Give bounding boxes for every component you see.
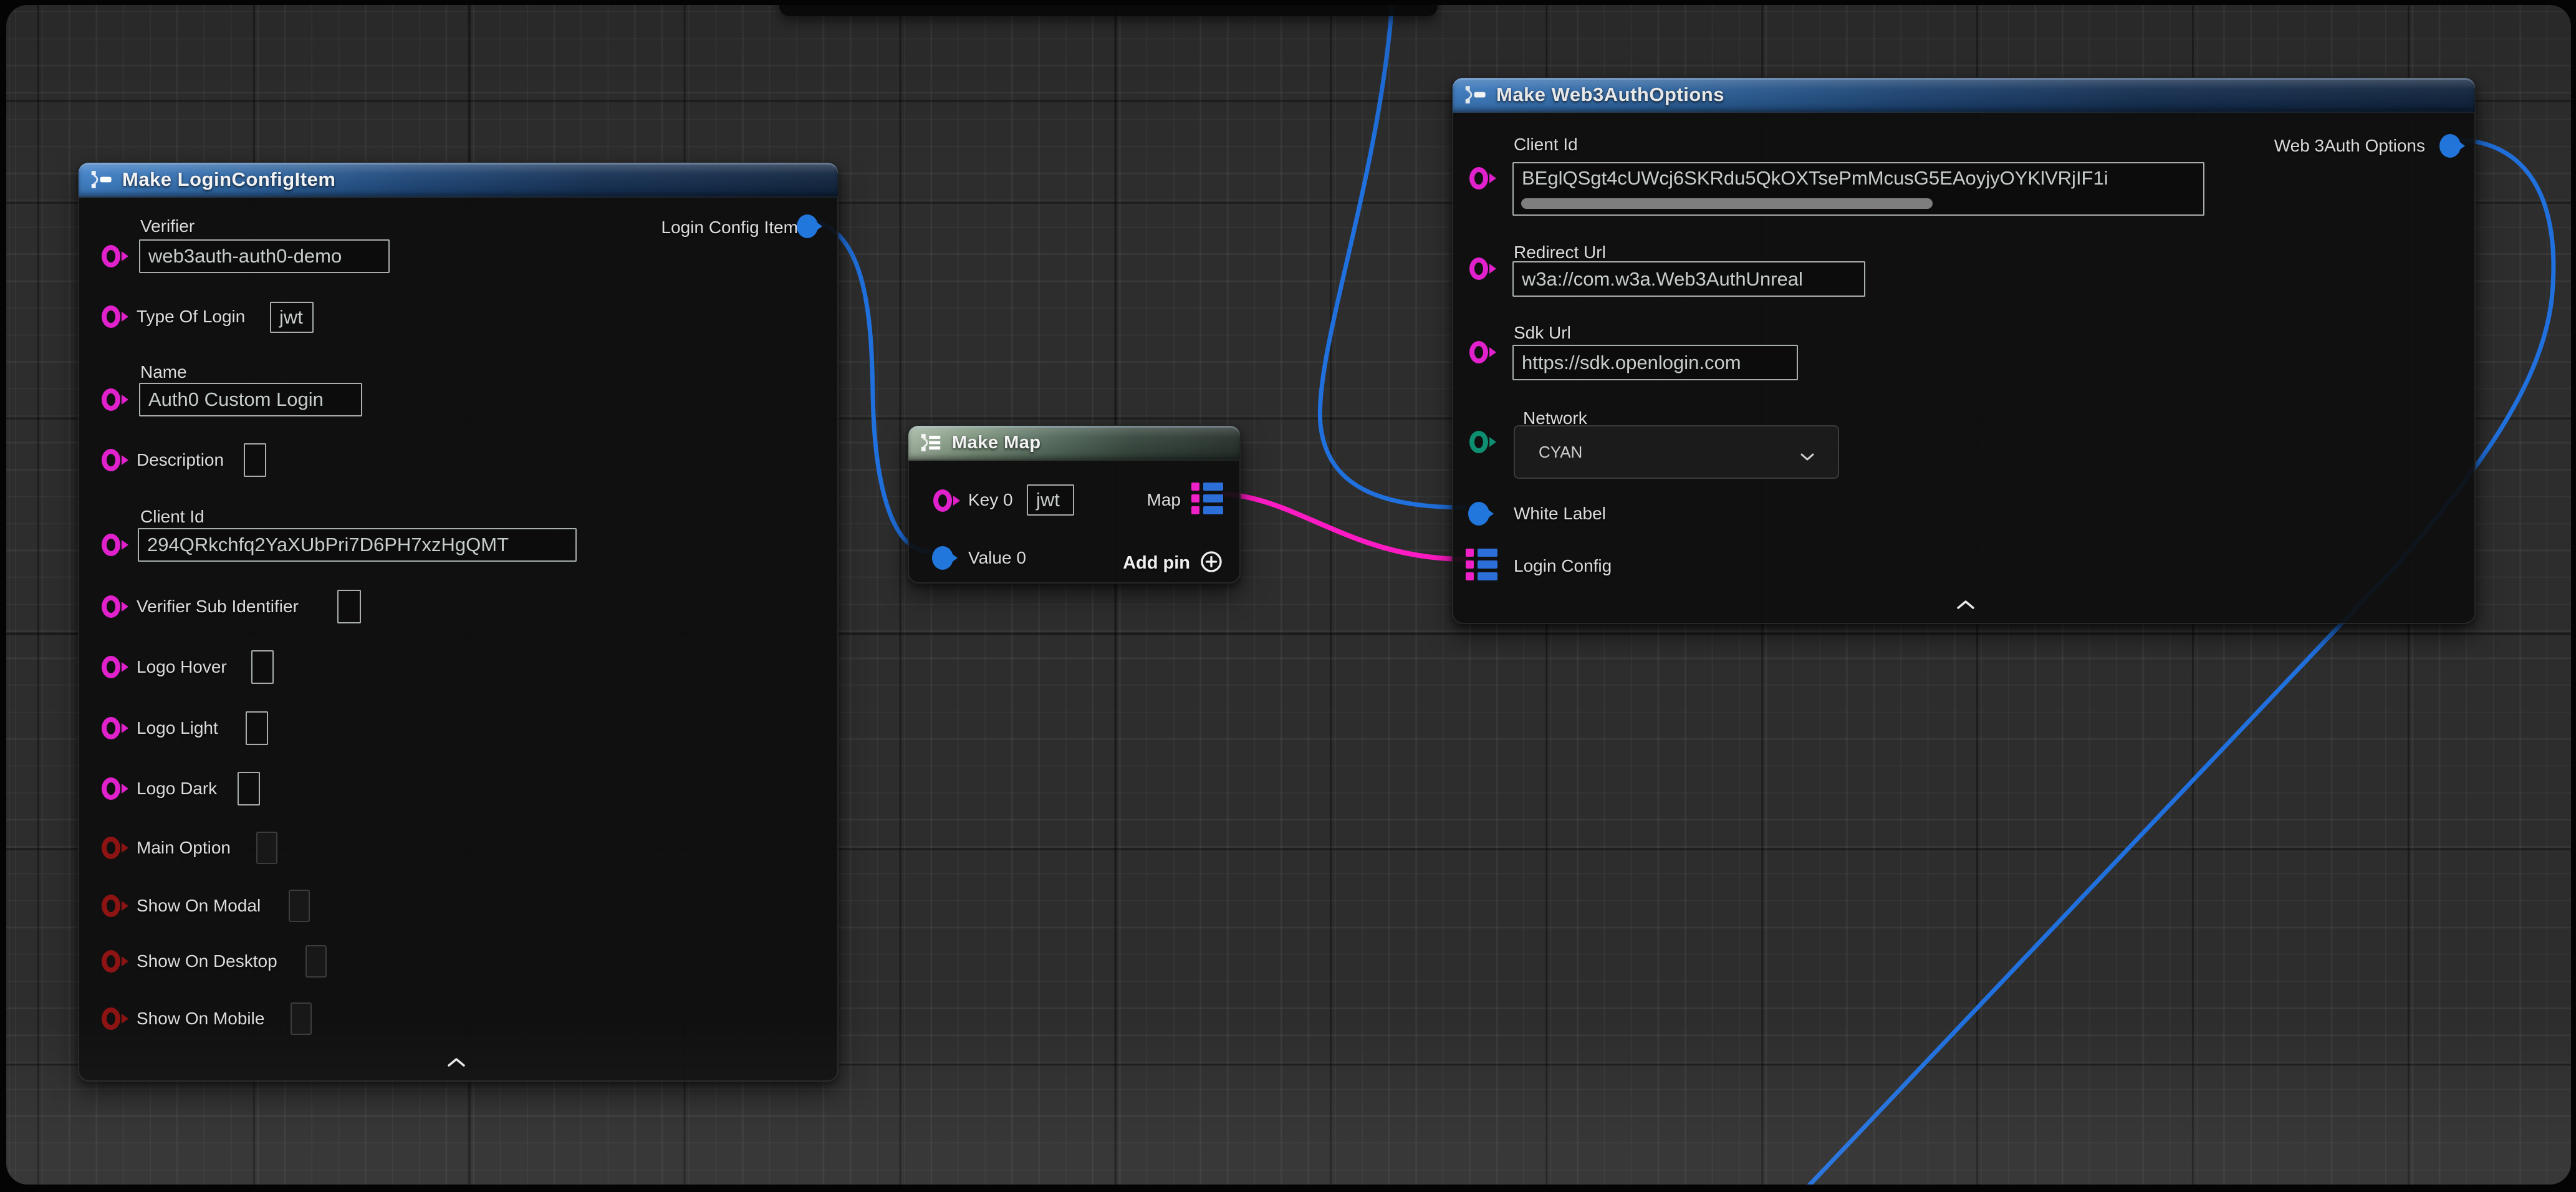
input-pin-name[interactable] [102, 388, 120, 411]
network-dropdown[interactable]: CYAN [1514, 425, 1839, 479]
node-make-web3authoptions[interactable]: Make Web3AuthOptions Web 3Auth Options C… [1452, 77, 2476, 624]
node-header-make-loginconfigitem[interactable]: Make LoginConfigItem [79, 163, 838, 198]
network-dropdown-value: CYAN [1539, 443, 1582, 462]
pin-label-verifier: Verifier [140, 216, 195, 237]
checkbox-main-option[interactable] [256, 832, 277, 864]
node-title: Make LoginConfigItem [122, 168, 335, 191]
pin-label-type-of-login: Type Of Login [137, 306, 245, 327]
field-client-id[interactable]: BEglQSgt4cUWcj6SKRdu5QkOXTsePmMcusG5EAoy… [1512, 162, 2204, 216]
field-client-id-text: BEglQSgt4cUWcj6SKRdu5QkOXTsePmMcusG5EAoy… [1522, 167, 2108, 189]
pin-label-name: Name [140, 362, 187, 383]
input-pin-logo-dark[interactable] [102, 777, 120, 800]
input-pin-verifier-sub-identifier[interactable] [102, 595, 120, 618]
field-key-0[interactable]: jwt [1027, 484, 1074, 516]
add-pin-button[interactable]: Add pin [1123, 549, 1224, 577]
field-verifier-sub-identifier[interactable] [337, 590, 361, 623]
make-map-icon [920, 431, 942, 454]
output-pin-label: Web 3Auth Options [2274, 135, 2425, 156]
node-header-make-web3authoptions[interactable]: Make Web3AuthOptions [1453, 78, 2475, 113]
pin-label-description: Description [137, 449, 224, 471]
pin-label-logo-hover: Logo Hover [137, 656, 227, 678]
add-pin-label: Add pin [1123, 553, 1190, 574]
node-header-make-map[interactable]: Make Map [908, 426, 1240, 461]
input-pin-key-0[interactable] [933, 489, 952, 512]
node-title: Make Web3AuthOptions [1496, 84, 1724, 106]
field-logo-light[interactable] [246, 711, 268, 745]
input-pin-verifier[interactable] [102, 245, 120, 267]
checkbox-show-on-modal[interactable] [289, 890, 310, 922]
node-title: Make Map [952, 433, 1041, 453]
field-logo-hover[interactable] [251, 650, 274, 684]
pin-label-logo-light: Logo Light [137, 718, 218, 739]
field-type-of-login[interactable]: jwt [270, 302, 314, 333]
make-struct-icon [90, 168, 112, 191]
input-pin-client-id[interactable] [1469, 167, 1488, 190]
checkbox-show-on-mobile[interactable] [291, 1002, 312, 1035]
pin-label-login-config: Login Config [1514, 555, 1612, 577]
blueprint-graph-canvas[interactable]: Make LoginConfigItem Login Config Item V… [6, 5, 2571, 1185]
node-make-loginconfigitem[interactable]: Make LoginConfigItem Login Config Item V… [78, 162, 839, 1082]
pin-label-value-0: Value 0 [968, 547, 1026, 569]
screenshot-frame: Make LoginConfigItem Login Config Item V… [0, 0, 2576, 1192]
pin-label-sdk-url: Sdk Url [1514, 322, 1571, 344]
input-pin-logo-hover[interactable] [102, 656, 120, 678]
collapse-node-chevron[interactable] [1955, 598, 1976, 614]
pin-label-white-label: White Label [1514, 503, 1606, 524]
pin-label-show-on-modal: Show On Modal [137, 895, 261, 916]
field-name[interactable]: Auth0 Custom Login [139, 383, 362, 416]
input-pin-main-option[interactable] [102, 837, 120, 859]
output-pin-label: Login Config Item [661, 217, 798, 238]
pin-label-main-option: Main Option [137, 837, 231, 858]
offscreen-node-bottom-edge[interactable] [779, 5, 1438, 16]
node-make-map[interactable]: Make Map Key 0 jwt Value 0 Map Add pin [908, 425, 1241, 584]
wire-map-to-login-config[interactable] [1223, 494, 1466, 559]
field-logo-dark[interactable] [238, 772, 260, 805]
input-pin-redirect-url[interactable] [1469, 257, 1488, 280]
pin-label-show-on-desktop: Show On Desktop [137, 951, 277, 972]
chevron-down-icon [1799, 452, 1815, 471]
input-pin-show-on-modal[interactable] [102, 895, 120, 917]
field-client-id[interactable]: 294QRkchfq2YaXUbPri7D6PH7xzHgQMT [138, 528, 577, 562]
input-pin-description[interactable] [102, 449, 120, 471]
output-pin-label-map: Map [1147, 489, 1181, 511]
input-pin-network[interactable] [1469, 431, 1488, 453]
pin-label-key-0: Key 0 [968, 489, 1013, 511]
output-pin-map[interactable] [1191, 483, 1223, 514]
collapse-node-chevron[interactable] [446, 1056, 467, 1072]
input-pin-type-of-login[interactable] [102, 305, 120, 328]
pin-label-verifier-sub-identifier: Verifier Sub Identifier [137, 596, 299, 617]
output-pin-login-config-item[interactable] [797, 214, 818, 238]
input-pin-client-id[interactable] [102, 534, 120, 556]
add-pin-icon [1199, 549, 1224, 577]
pin-label-show-on-mobile: Show On Mobile [137, 1008, 264, 1029]
input-pin-login-config[interactable] [1466, 549, 1497, 580]
field-redirect-url[interactable]: w3a://com.w3a.Web3AuthUnreal [1512, 261, 1865, 297]
field-client-id-scrollbar[interactable] [1521, 198, 1933, 209]
make-struct-icon [1464, 84, 1486, 106]
wire-top-to-white-label[interactable] [1320, 5, 1465, 507]
input-pin-white-label[interactable] [1468, 502, 1489, 526]
pin-label-redirect-url: Redirect Url [1514, 242, 1606, 263]
pin-label-client-id: Client Id [140, 506, 204, 527]
pin-label-logo-dark: Logo Dark [137, 778, 217, 799]
input-pin-sdk-url[interactable] [1469, 341, 1488, 363]
checkbox-show-on-desktop[interactable] [305, 945, 327, 978]
output-pin-web3auth-options[interactable] [2439, 134, 2461, 158]
pin-label-client-id: Client Id [1514, 134, 1578, 155]
input-pin-show-on-mobile[interactable] [102, 1007, 120, 1030]
field-description[interactable] [244, 443, 266, 477]
input-pin-value-0[interactable] [932, 546, 953, 570]
input-pin-show-on-desktop[interactable] [102, 950, 120, 973]
field-verifier[interactable]: web3auth-auth0-demo [139, 239, 390, 273]
input-pin-logo-light[interactable] [102, 717, 120, 739]
field-sdk-url[interactable]: https://sdk.openlogin.com [1512, 345, 1798, 380]
